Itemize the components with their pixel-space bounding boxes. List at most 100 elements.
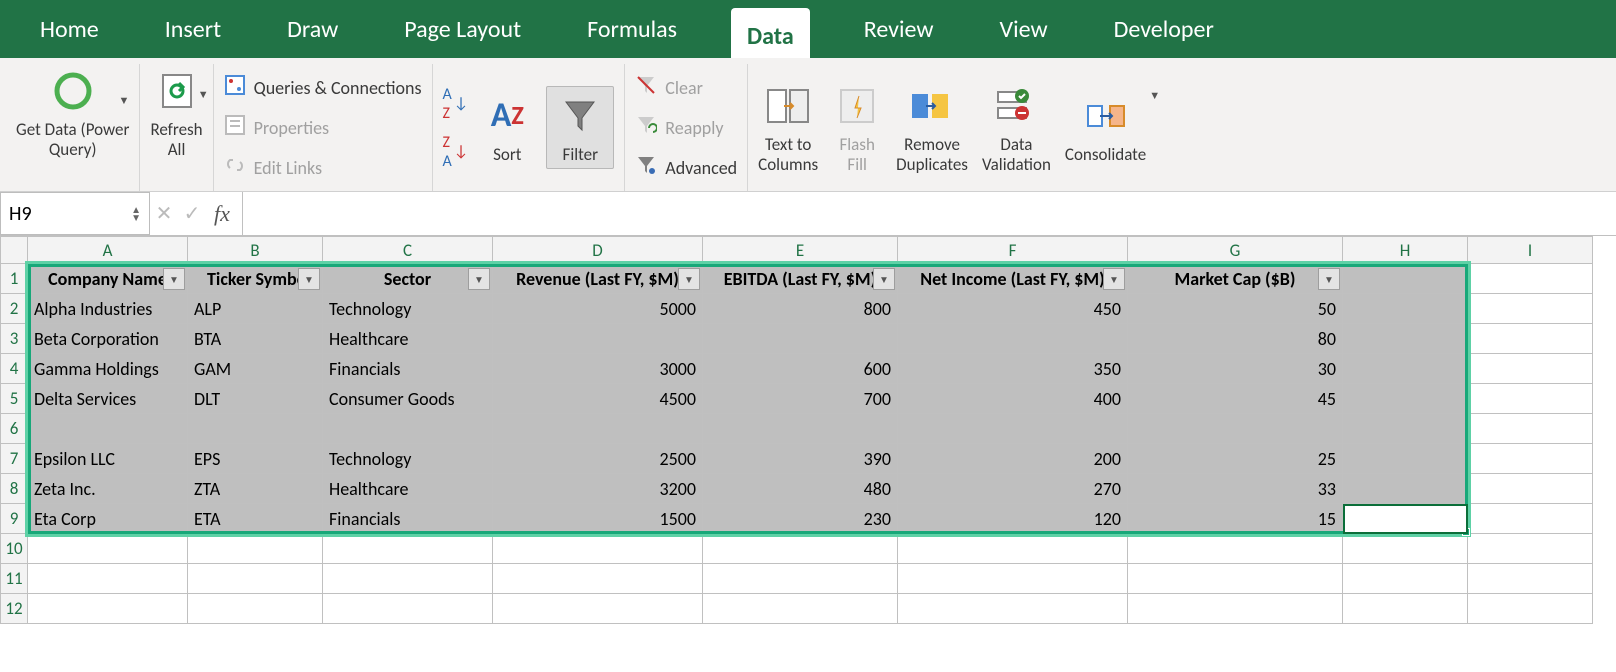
cell[interactable]: DLT — [188, 384, 323, 414]
cell[interactable]: Ticker Symbol▼ — [188, 264, 323, 294]
cell[interactable]: BTA — [188, 324, 323, 354]
cell[interactable]: 400 — [898, 384, 1128, 414]
name-box-spinner[interactable]: ▲▼ — [131, 206, 141, 222]
cell[interactable] — [1343, 564, 1468, 594]
cell[interactable] — [1468, 414, 1593, 444]
cell[interactable]: Consumer Goods — [323, 384, 493, 414]
cell[interactable] — [703, 534, 898, 564]
cell[interactable]: GAM — [188, 354, 323, 384]
cell[interactable]: Financials — [323, 354, 493, 384]
fx-icon[interactable]: fx — [206, 201, 238, 227]
formula-input[interactable] — [242, 192, 1616, 235]
cell[interactable] — [1468, 384, 1593, 414]
cell[interactable]: Sector▼ — [323, 264, 493, 294]
cell[interactable] — [323, 534, 493, 564]
cell[interactable] — [1343, 534, 1468, 564]
cell[interactable] — [1468, 534, 1593, 564]
cell[interactable]: 120 — [898, 504, 1128, 534]
cell[interactable]: Company Name▼ — [28, 264, 188, 294]
tab-developer[interactable]: Developer — [1102, 0, 1226, 58]
filter-dropdown-button[interactable]: ▼ — [1103, 268, 1125, 290]
row-header-7[interactable]: 7 — [0, 444, 28, 474]
cell[interactable]: 350 — [898, 354, 1128, 384]
filter-dropdown-button[interactable]: ▼ — [1318, 268, 1340, 290]
cell[interactable] — [703, 564, 898, 594]
cell[interactable]: 80 — [1128, 324, 1343, 354]
filter-dropdown-button[interactable]: ▼ — [873, 268, 895, 290]
cell[interactable] — [898, 414, 1128, 444]
cell[interactable] — [703, 594, 898, 624]
consolidate-button[interactable]: Consolidate — [1065, 91, 1146, 165]
cell[interactable]: Zeta Inc. — [28, 474, 188, 504]
tab-view[interactable]: View — [988, 0, 1060, 58]
cell[interactable]: Beta Corporation — [28, 324, 188, 354]
flash-fill-button[interactable]: Flash Fill — [832, 81, 882, 174]
row-header-8[interactable]: 8 — [0, 474, 28, 504]
cell[interactable]: 230 — [703, 504, 898, 534]
cell[interactable] — [1343, 414, 1468, 444]
cell[interactable] — [1468, 564, 1593, 594]
row-header-6[interactable]: 6 — [0, 414, 28, 444]
column-header-D[interactable]: D — [493, 236, 703, 264]
cell[interactable]: 25 — [1128, 444, 1343, 474]
column-header-C[interactable]: C — [323, 236, 493, 264]
column-header-A[interactable]: A — [28, 236, 188, 264]
cell[interactable]: Financials — [323, 504, 493, 534]
tab-home[interactable]: Home — [28, 0, 111, 58]
cell[interactable] — [28, 564, 188, 594]
cell[interactable] — [1128, 414, 1343, 444]
cell[interactable] — [1128, 594, 1343, 624]
cell[interactable] — [1128, 564, 1343, 594]
column-header-I[interactable]: I — [1468, 236, 1593, 264]
cell[interactable]: 30 — [1128, 354, 1343, 384]
cell[interactable]: Alpha Industries — [28, 294, 188, 324]
cell[interactable] — [1468, 294, 1593, 324]
cell[interactable] — [898, 324, 1128, 354]
cell[interactable]: 390 — [703, 444, 898, 474]
text-to-columns-button[interactable]: Text to Columns — [758, 81, 818, 174]
cell[interactable] — [1343, 474, 1468, 504]
cell[interactable]: 15 — [1128, 504, 1343, 534]
cell[interactable] — [703, 324, 898, 354]
column-header-B[interactable]: B — [188, 236, 323, 264]
tab-review[interactable]: Review — [852, 0, 946, 58]
cell[interactable] — [188, 594, 323, 624]
cell[interactable]: 4500 — [493, 384, 703, 414]
cell[interactable] — [493, 324, 703, 354]
cell[interactable]: 450 — [898, 294, 1128, 324]
cell[interactable]: 700 — [703, 384, 898, 414]
cell[interactable]: Delta Services — [28, 384, 188, 414]
cell[interactable] — [1128, 534, 1343, 564]
cell[interactable]: 480 — [703, 474, 898, 504]
cell[interactable]: Technology — [323, 294, 493, 324]
sort-za-button[interactable]: ZA ↓ — [443, 133, 469, 171]
row-header-1[interactable]: 1 — [0, 264, 28, 294]
cell[interactable] — [28, 534, 188, 564]
cell[interactable]: Eta Corp — [28, 504, 188, 534]
cell[interactable] — [703, 414, 898, 444]
cell[interactable] — [1468, 504, 1593, 534]
cell[interactable]: Technology — [323, 444, 493, 474]
cell[interactable] — [1343, 264, 1468, 294]
filter-button[interactable]: Filter — [546, 86, 614, 170]
column-header-E[interactable]: E — [703, 236, 898, 264]
cell[interactable] — [1343, 444, 1468, 474]
cell[interactable]: ZTA — [188, 474, 323, 504]
cell[interactable]: Gamma Holdings — [28, 354, 188, 384]
tab-data[interactable]: Data — [731, 8, 810, 58]
refresh-all-button[interactable]: Refresh All — [150, 66, 202, 159]
row-header-10[interactable]: 10 — [0, 534, 28, 564]
cell[interactable] — [1343, 324, 1468, 354]
cell[interactable]: Revenue (Last FY, $M)▼ — [493, 264, 703, 294]
cell[interactable] — [1468, 324, 1593, 354]
filter-dropdown-button[interactable]: ▼ — [298, 268, 320, 290]
cell[interactable]: Net Income (Last FY, $M)▼ — [898, 264, 1128, 294]
cell[interactable] — [28, 594, 188, 624]
filter-dropdown-button[interactable]: ▼ — [678, 268, 700, 290]
cell[interactable] — [493, 534, 703, 564]
cell[interactable] — [323, 564, 493, 594]
cell[interactable] — [188, 534, 323, 564]
chevron-down-icon[interactable]: ▼ — [1149, 90, 1160, 103]
cell[interactable]: EBITDA (Last FY, $M)▼ — [703, 264, 898, 294]
enter-formula-button[interactable]: ✓ — [178, 192, 206, 235]
